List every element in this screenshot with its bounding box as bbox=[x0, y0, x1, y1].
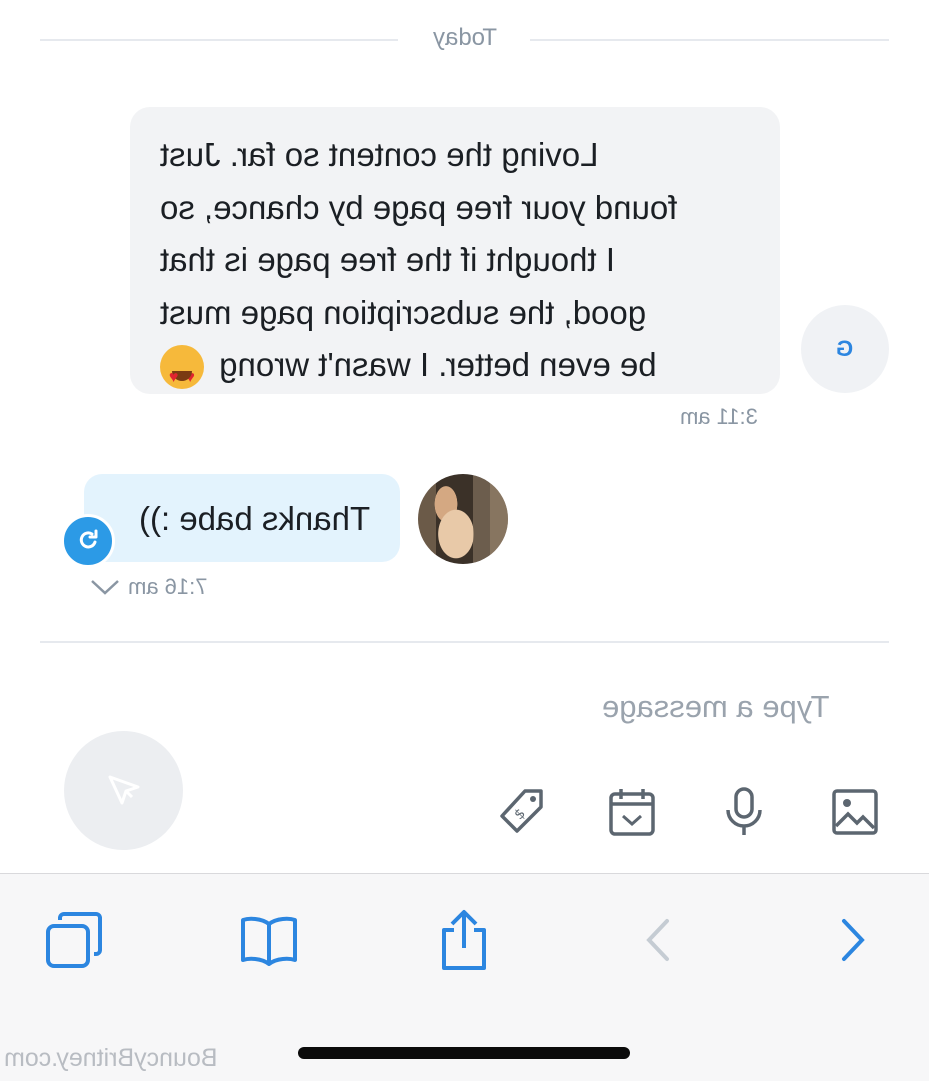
price-tag-icon[interactable]: $ bbox=[495, 786, 547, 838]
bookmarks-icon[interactable] bbox=[239, 909, 299, 971]
incoming-message-line-last: be even better. I wasn't wrong bbox=[160, 339, 750, 392]
incoming-message-line: found your free page by chance, so bbox=[160, 188, 678, 226]
watermark: BouncyBritney.com bbox=[4, 1044, 218, 1072]
creator-avatar[interactable] bbox=[418, 474, 508, 564]
send-button[interactable] bbox=[64, 731, 183, 850]
incoming-message-line: Loving the content so far. Just bbox=[160, 136, 599, 173]
message-input[interactable] bbox=[600, 684, 894, 730]
incoming-message-line: good, the subscription page must bbox=[160, 293, 647, 331]
date-divider-line-right bbox=[530, 39, 889, 41]
incoming-message-line: I thought if the free page is that bbox=[160, 241, 615, 278]
date-divider-line-left bbox=[40, 39, 398, 41]
avatar-initial: G bbox=[836, 336, 854, 361]
resend-icon[interactable] bbox=[61, 514, 115, 568]
microphone-icon[interactable] bbox=[718, 786, 770, 838]
image-icon[interactable] bbox=[829, 786, 881, 838]
send-icon bbox=[108, 775, 139, 804]
outgoing-message-bubble[interactable]: Thanks babe :)) bbox=[84, 474, 400, 562]
home-indicator[interactable] bbox=[298, 1047, 630, 1059]
date-divider-label: Today bbox=[432, 24, 498, 51]
heart-eyes-emoji-icon bbox=[160, 345, 204, 390]
chevron-down-icon[interactable] bbox=[90, 577, 120, 597]
forward-icon[interactable] bbox=[822, 909, 882, 971]
outgoing-message-time: 7:16 am bbox=[128, 574, 208, 599]
tabs-icon[interactable] bbox=[44, 909, 104, 971]
calendar-icon[interactable] bbox=[606, 786, 658, 838]
composer-divider bbox=[40, 641, 889, 643]
incoming-message-time: 3:11 am bbox=[680, 404, 758, 429]
share-icon[interactable] bbox=[434, 909, 494, 971]
incoming-message-line: be even better. I wasn't wrong bbox=[219, 346, 657, 383]
sender-avatar[interactable]: G bbox=[801, 305, 889, 393]
incoming-message-bubble[interactable]: Loving the content so far. Just found yo… bbox=[130, 107, 780, 394]
outgoing-message-meta: 7:16 am bbox=[90, 574, 208, 600]
back-icon[interactable] bbox=[629, 909, 689, 971]
incoming-message-text: Loving the content so far. Just found yo… bbox=[160, 129, 750, 392]
outgoing-message-text: Thanks babe :)) bbox=[138, 500, 370, 537]
